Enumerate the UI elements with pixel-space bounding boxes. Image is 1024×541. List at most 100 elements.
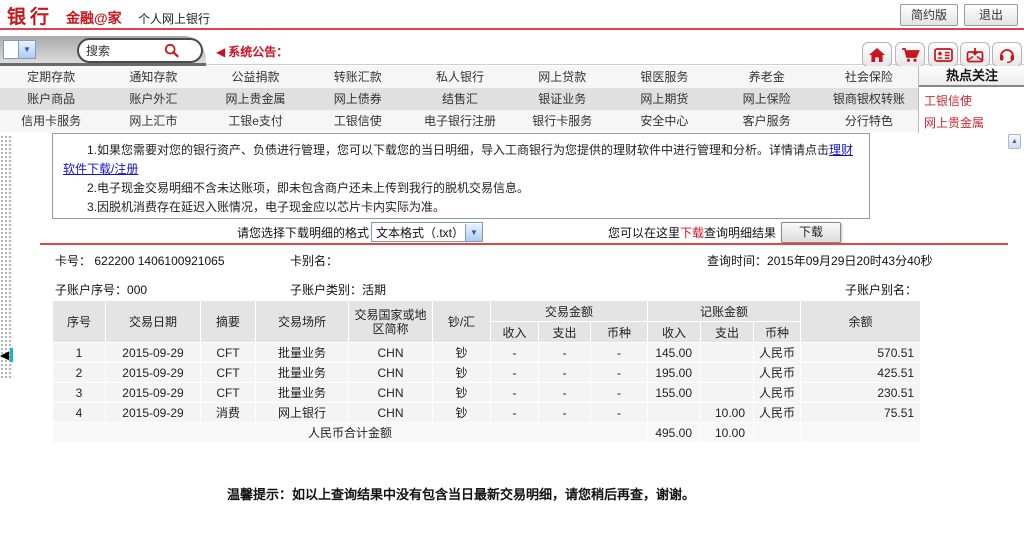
home-button[interactable] [862, 42, 892, 67]
nav-item-notice-deposit[interactable]: 通知存款 [102, 66, 204, 88]
chevron-down-icon[interactable]: ▼ [18, 41, 35, 58]
cell-trade-currency: - [591, 403, 648, 423]
col-header-booked-expense: 支出 [701, 322, 754, 343]
mail-download-button[interactable] [960, 42, 990, 67]
announcement-label: 系统公告： [228, 45, 288, 59]
nav-item-fixed-deposit[interactable]: 定期存款 [0, 66, 102, 88]
col-header-summary: 摘要 [201, 301, 256, 343]
card-number-value: 622200 1406100921065 [94, 254, 224, 268]
nav-item-forex-settlement[interactable]: 结售汇 [409, 88, 511, 110]
download-hint-post: 查询明细结果 [704, 224, 776, 241]
nav-row-1: 定期存款 通知存款 公益捐款 转账汇款 私人银行 网上贷款 银医服务 养老金 社… [0, 66, 920, 88]
cell-date: 2015-09-29 [106, 403, 201, 423]
cell-booked-income: 195.00 [648, 363, 701, 383]
nav-item-bank-card-service[interactable]: 银行卡服务 [511, 110, 613, 132]
hot-topic-icbc-messenger[interactable]: 工银信使 [919, 87, 1024, 109]
nav-item-account-forex[interactable]: 账户外汇 [102, 88, 204, 110]
nav-item-online-futures[interactable]: 网上期货 [613, 88, 715, 110]
nav-item-icbc-epay[interactable]: 工银e支付 [204, 110, 306, 132]
customer-service-button[interactable] [992, 42, 1022, 67]
subaccount-seq-field: 子账户序号：000 [55, 281, 147, 298]
nav-item-online-forex-market[interactable]: 网上汇市 [102, 110, 204, 132]
subaccount-seq-value: 000 [127, 283, 147, 297]
cell-summary: CFT [201, 363, 256, 383]
download-hint-group: 您可以在这里下载查询明细结果 下载 [608, 222, 841, 243]
cell-date: 2015-09-29 [106, 343, 201, 363]
nav-item-customer-service[interactable]: 客户服务 [716, 110, 818, 132]
logout-button[interactable]: 退出 [964, 4, 1018, 26]
nav-item-security-center[interactable]: 安全中心 [613, 110, 715, 132]
quick-menu-select[interactable]: ▼ [3, 40, 36, 59]
nav-item-online-bonds[interactable]: 网上债券 [307, 88, 409, 110]
simple-version-button[interactable]: 简约版 [900, 4, 958, 26]
nav-item-ebanking-register[interactable]: 电子银行注册 [409, 110, 511, 132]
cell-balance: 570.51 [801, 343, 921, 363]
cell-trade-expense: - [539, 343, 591, 363]
hot-topic-online-gold[interactable]: 网上贵金属 [919, 109, 1024, 131]
col-group-trade-amount: 交易金额 [491, 301, 648, 322]
nav-item-online-gold[interactable]: 网上贵金属 [204, 88, 306, 110]
finance-home-brand: 金融@家 [66, 8, 122, 28]
subaccount-seq-label: 子账户序号： [55, 283, 127, 297]
speaker-icon: ◀ [216, 45, 225, 59]
cell-booked-expense [701, 343, 754, 363]
nav-item-online-loan[interactable]: 网上贷款 [511, 66, 613, 88]
cell-country: CHN [349, 383, 433, 403]
nav-item-pension[interactable]: 养老金 [716, 66, 818, 88]
nav-item-private-banking[interactable]: 私人银行 [409, 66, 511, 88]
total-balance [801, 423, 921, 443]
notice-line-1: 1.如果您需要对您的银行资产、负债进行管理，您可以下载您的当日明细，导入工商银行… [63, 141, 859, 179]
total-booked-expense: 10.00 [701, 423, 754, 443]
nav-item-social-insurance[interactable]: 社会保险 [818, 66, 920, 88]
page-subtitle: 个人网上银行 [138, 10, 210, 27]
cell-cash: 钞 [433, 343, 491, 363]
search-input[interactable] [84, 43, 164, 59]
table-row: 1 2015-09-29 CFT 批量业务 CHN 钞 - - - 145.00… [53, 343, 921, 363]
chevron-down-icon[interactable]: ▼ [465, 224, 482, 241]
cell-booked-currency: 人民币 [754, 343, 801, 363]
scrollbar-up-button[interactable]: ▲ [1008, 134, 1021, 149]
nav-item-bank-medical[interactable]: 银医服务 [613, 66, 715, 88]
search-icon[interactable] [164, 43, 179, 58]
collapse-arrow-accent [10, 348, 13, 362]
system-announcement: ◀系统公告： [216, 43, 288, 60]
nav-item-credit-card-service[interactable]: 信用卡服务 [0, 110, 102, 132]
notice-line-2: 2.电子现金交易明细不含未达账项，即未包含商户还未上传到我行的脱机交易信息。 [63, 179, 859, 198]
download-format-value: 文本格式（.txt） [372, 224, 465, 241]
cell-country: CHN [349, 403, 433, 423]
subaccount-type-label: 子账户类别： [290, 283, 362, 297]
nav-item-account-products[interactable]: 账户商品 [0, 88, 102, 110]
home-icon [868, 47, 886, 63]
search-box[interactable] [77, 38, 203, 63]
cell-summary: CFT [201, 343, 256, 363]
nav-item-branch-features[interactable]: 分行特色 [818, 110, 920, 132]
nav-item-charity-donation[interactable]: 公益捐款 [204, 66, 306, 88]
cart-icon [901, 47, 920, 63]
query-time-field: 查询时间：2015年09月29日20时43分40秒 [707, 252, 932, 269]
nav-item-bank-merchant-transfer[interactable]: 银商银权转账 [818, 88, 920, 110]
cell-seq: 1 [53, 343, 106, 363]
nav-item-bank-securities[interactable]: 银证业务 [511, 88, 613, 110]
nav-item-online-insurance[interactable]: 网上保险 [716, 88, 818, 110]
header-divider [0, 28, 1024, 30]
contacts-button[interactable] [928, 42, 958, 67]
cell-cash: 钞 [433, 363, 491, 383]
cell-place: 批量业务 [256, 383, 349, 403]
cell-trade-currency: - [591, 363, 648, 383]
collapse-panel-arrow[interactable]: ◀ [0, 347, 16, 363]
nav-item-icbc-messenger[interactable]: 工银信使 [307, 110, 409, 132]
cell-place: 网上银行 [256, 403, 349, 423]
download-format-select[interactable]: 文本格式（.txt） ▼ [371, 222, 483, 242]
cell-trade-currency: - [591, 383, 648, 403]
download-hint-link[interactable]: 下载 [680, 224, 704, 241]
cell-summary: CFT [201, 383, 256, 403]
col-header-cash-remit: 钞/汇 [433, 301, 491, 343]
query-time-label: 查询时间： [707, 254, 767, 268]
download-button[interactable]: 下载 [781, 222, 841, 243]
transactions-table: 序号 交易日期 摘要 交易场所 交易国家或地区简称 钞/汇 交易金额 记账金额 … [52, 300, 921, 443]
shopping-cart-button[interactable] [895, 42, 925, 67]
nav-item-transfer-remit[interactable]: 转账汇款 [307, 66, 409, 88]
cell-trade-income: - [491, 383, 539, 403]
contact-card-icon [934, 47, 953, 63]
headset-icon [998, 47, 1016, 63]
